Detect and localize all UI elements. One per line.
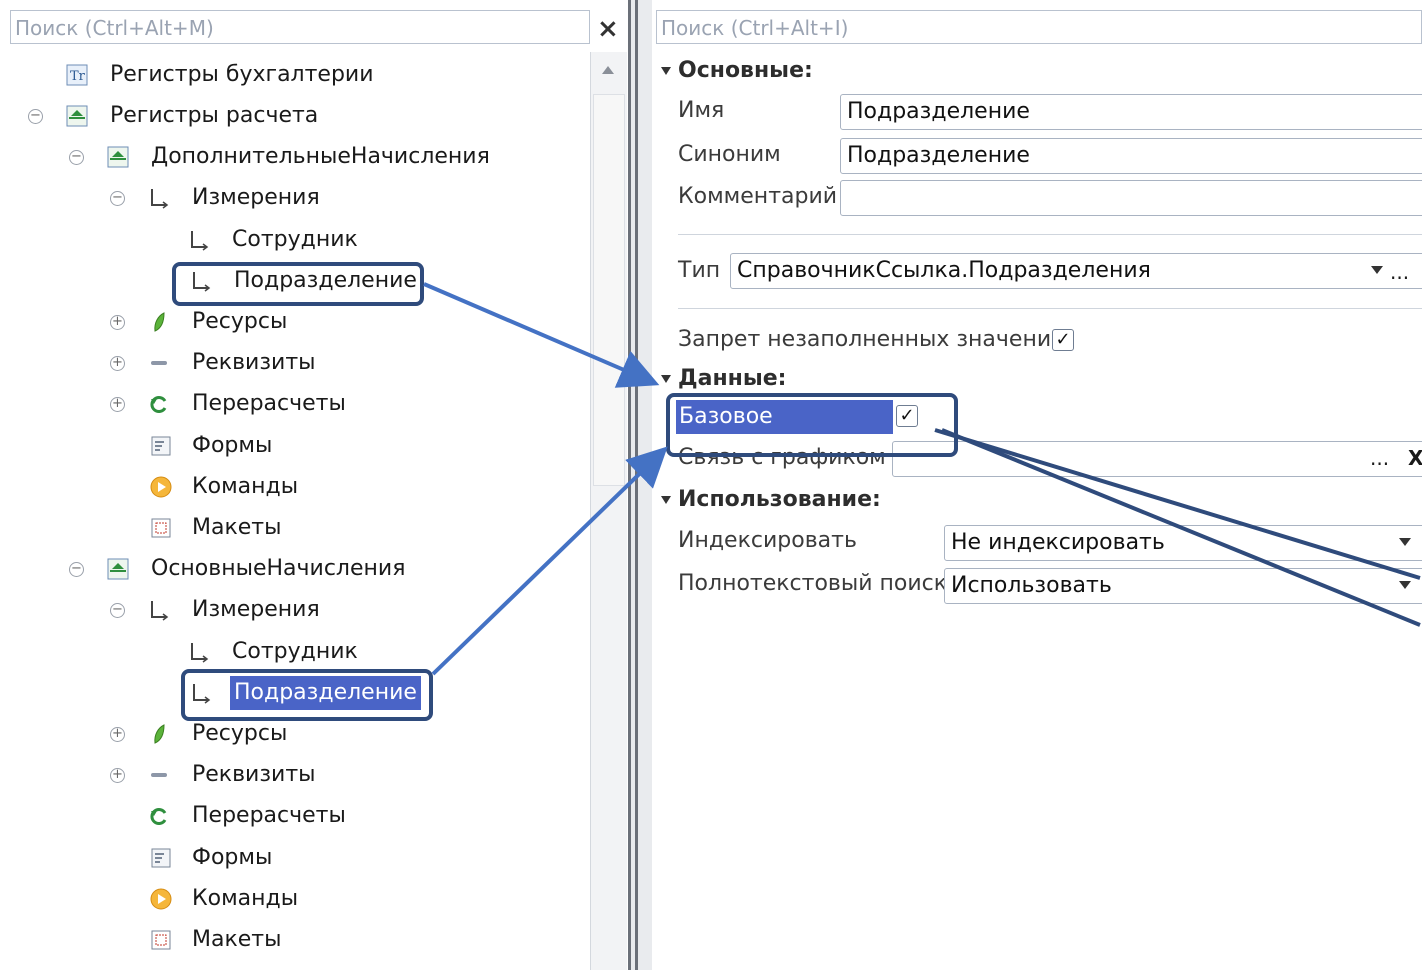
arrow bbox=[431, 446, 668, 676]
arrow bbox=[934, 428, 1421, 580]
arrow bbox=[423, 282, 660, 388]
annotation-arrows bbox=[423, 282, 1421, 676]
arrow bbox=[941, 428, 1421, 627]
